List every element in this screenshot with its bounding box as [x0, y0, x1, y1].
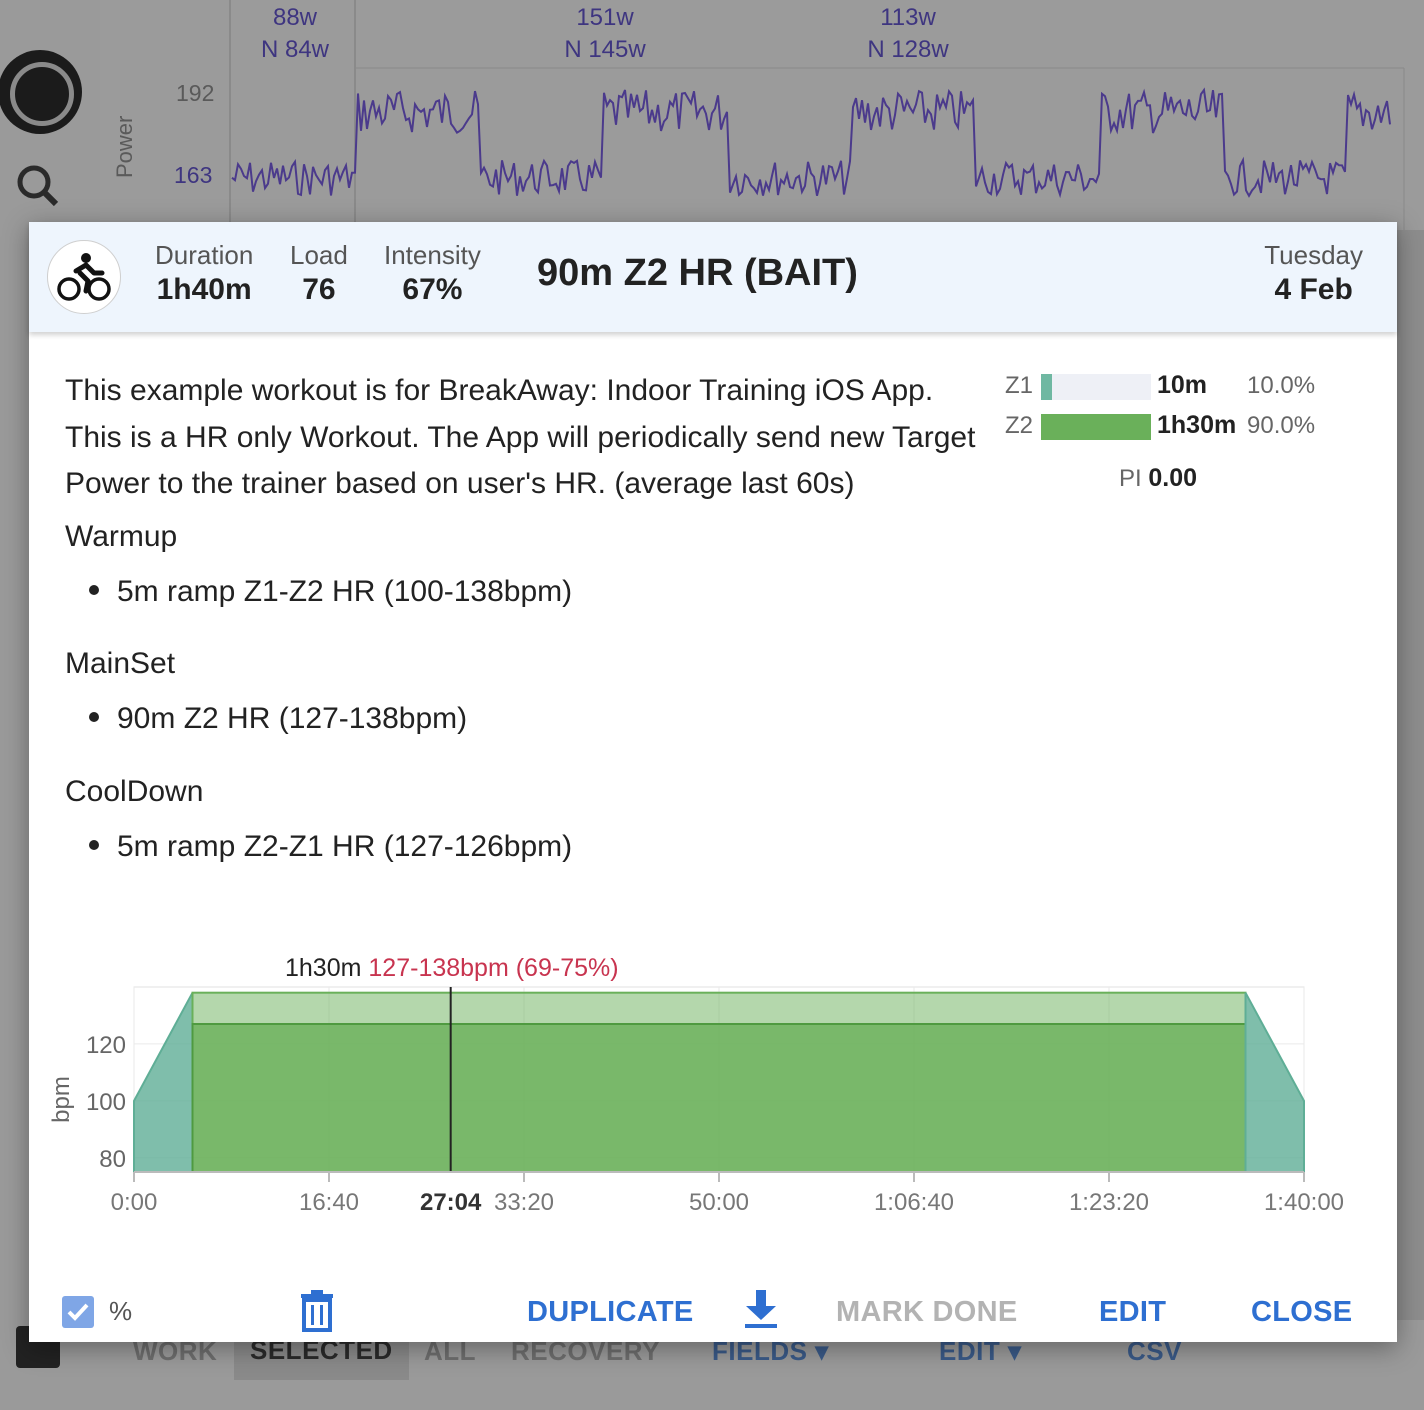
interval-norm: N 145w — [564, 36, 646, 63]
pi-number: 0.00 — [1148, 464, 1198, 492]
power-chart: 88w N 84w 151w N 145w 113w N 128w 192 163 — [100, 0, 1424, 230]
zone-bar — [1041, 414, 1151, 440]
x-tick-label: 1:40:00 — [1264, 1189, 1344, 1216]
section-item: 5m ramp Z1-Z2 HR (100-138bpm) — [89, 575, 572, 609]
stat-load: Load 76 — [290, 238, 348, 308]
percent-label: % — [109, 1296, 133, 1326]
stat-value: 76 — [302, 273, 336, 306]
bike-icon — [47, 240, 121, 314]
section-item-text: 5m ramp Z2-Z1 HR (127-126bpm) — [117, 830, 573, 863]
workout-chart-svg[interactable]: 80 100 120 bpm 0:00 16:40 33:20 50:00 1:06:40 1:2… — [29, 942, 1397, 1232]
stat-intensity: Intensity 67% — [384, 238, 481, 308]
x-tick-label: 16:40 — [299, 1189, 359, 1216]
workout-day: Tuesday — [1264, 240, 1363, 270]
interval-norm: N 84w — [260, 36, 330, 63]
zone-bar-fill — [1041, 414, 1151, 440]
zone-percent: 90.0% — [1247, 412, 1316, 439]
cooldown-ramp — [1244, 992, 1305, 1173]
workout-date-value: 4 Feb — [1274, 273, 1353, 306]
duplicate-button[interactable]: DUPLICATE — [527, 1296, 694, 1329]
section-item: 5m ramp Z2-Z1 HR (127-126bpm) — [89, 830, 572, 864]
y-tick: 192 — [176, 80, 215, 106]
zone-bar-fill — [1041, 374, 1052, 400]
warmup-ramp — [133, 992, 194, 1173]
section-heading: Warmup — [65, 520, 178, 553]
percent-checkbox[interactable] — [62, 1296, 94, 1328]
section-heading: MainSet — [65, 647, 176, 680]
pi-label: PI — [1119, 465, 1142, 492]
search-icon[interactable] — [14, 160, 74, 210]
stat-label: Load — [290, 240, 348, 270]
dialog-footer: % DUPLICATE MARK DONE EDIT CLOSE — [29, 1252, 1397, 1332]
interval-avg: 88w — [272, 4, 318, 31]
cursor-time-label: 27:04 — [420, 1189, 482, 1216]
mainset-range-low — [191, 1023, 1247, 1173]
interval-avg: 113w — [880, 4, 936, 31]
close-button[interactable]: CLOSE — [1251, 1296, 1352, 1329]
interval-norm: N 128w — [867, 36, 949, 63]
x-tick-label: 50:00 — [689, 1189, 749, 1216]
zone-time: 10m — [1157, 371, 1208, 399]
section-item-text: 90m Z2 HR (127-138bpm) — [117, 702, 468, 735]
y-tick-label: 80 — [99, 1146, 126, 1173]
stat-label: Intensity — [384, 240, 481, 270]
zone-name: Z2 — [1005, 412, 1034, 439]
x-tick-label: 1:23:20 — [1069, 1189, 1149, 1216]
zone-time: 1h30m — [1157, 411, 1237, 439]
trash-icon[interactable] — [299, 1290, 335, 1337]
stat-duration: Duration 1h40m — [155, 238, 253, 308]
pi-value: PI 0.00 — [1119, 464, 1197, 493]
section-item-text: 5m ramp Z1-Z2 HR (100-138bpm) — [117, 575, 573, 608]
workout-header: Duration 1h40m Load 76 Intensity 67% 90m… — [29, 222, 1397, 332]
zone-name: Z1 — [1005, 372, 1034, 399]
y-tick: 163 — [174, 162, 213, 188]
stat-value: 1h40m — [156, 273, 252, 306]
workout-description: This example workout is for BreakAway: I… — [65, 374, 976, 500]
interval-avg: 151w — [576, 4, 634, 31]
edit-button[interactable]: EDIT — [1099, 1296, 1166, 1329]
y-axis-title: Power — [112, 115, 137, 178]
y-tick-label: 100 — [86, 1089, 126, 1116]
section-heading: CoolDown — [65, 775, 204, 808]
section-item: 90m Z2 HR (127-138bpm) — [89, 702, 467, 736]
workout-dialog: Duration 1h40m Load 76 Intensity 67% 90m… — [29, 222, 1397, 1342]
zone-percent: 10.0% — [1247, 372, 1316, 399]
app-logo[interactable] — [0, 50, 82, 134]
workout-date: Tuesday 4 Feb — [1264, 238, 1363, 308]
workout-chart[interactable]: 80 100 120 bpm 0:00 16:40 33:20 50:00 1:06:40 1:2… — [29, 942, 1397, 1232]
mark-done-button[interactable]: MARK DONE — [836, 1296, 1018, 1329]
y-axis-label: bpm — [48, 1076, 75, 1123]
x-tick-label: 0:00 — [111, 1189, 158, 1216]
zone-bar — [1041, 374, 1151, 400]
download-icon[interactable] — [743, 1290, 779, 1335]
workout-title: 90m Z2 HR (BAIT) — [537, 252, 858, 294]
stat-label: Duration — [155, 240, 254, 270]
x-tick-label: 1:06:40 — [874, 1189, 954, 1216]
y-tick-label: 120 — [86, 1032, 126, 1059]
stat-value: 67% — [402, 273, 463, 306]
x-tick-label: 33:20 — [494, 1189, 554, 1216]
